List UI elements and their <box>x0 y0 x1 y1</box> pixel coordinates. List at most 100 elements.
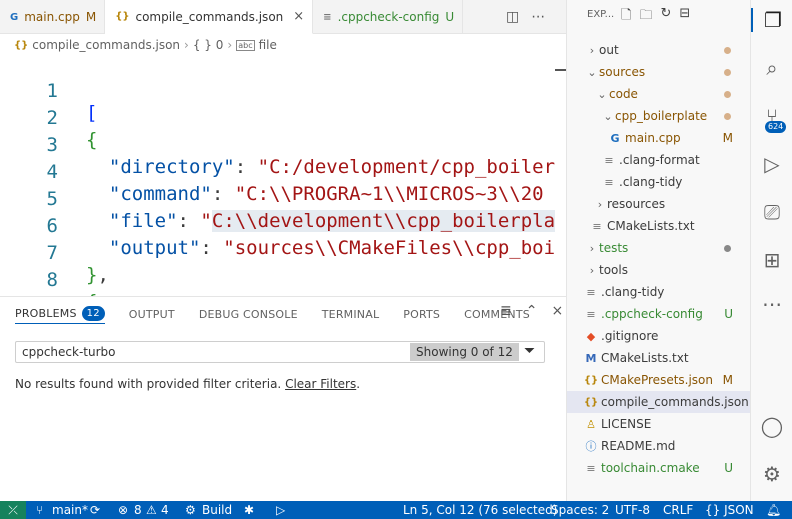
chevron-right-icon: › <box>589 263 595 277</box>
clear-filters-link[interactable]: Clear Filters <box>285 377 356 391</box>
collapse-all-icon[interactable]: ⊟ <box>679 6 690 28</box>
tree-folder-code[interactable]: ⌄ code <box>567 83 751 105</box>
tree-label: tools <box>599 263 628 277</box>
tree-file-license[interactable]: ♙ LICENSE <box>567 413 751 435</box>
cpp-file-icon: G <box>610 131 620 145</box>
tab-main-cpp[interactable]: G main.cpp M <box>0 0 106 34</box>
branch-name[interactable]: main* <box>52 501 88 519</box>
modified-dot <box>724 90 731 98</box>
tab-terminal[interactable]: TERMINAL <box>322 304 380 324</box>
cursor-position[interactable]: Ln 5, Col 12 (76 selected) <box>403 501 557 519</box>
editor-actions: ◫ ⋯ <box>506 0 545 34</box>
explorer-icon[interactable]: ❐ <box>751 8 792 32</box>
chevron-down-icon: ⌄ <box>603 109 613 123</box>
tree-label: tests <box>599 241 629 255</box>
tree-file-compile-commands[interactable]: {} compile_commands.json <box>567 391 751 413</box>
language-mode[interactable]: {} JSON <box>705 501 754 519</box>
tree-folder-tests[interactable]: › tests <box>567 237 751 259</box>
breadcrumb-node[interactable]: file <box>259 38 277 52</box>
untracked-indicator: U <box>445 10 455 24</box>
tree-label: .clang-tidy <box>601 285 665 299</box>
tree-label: CMakeLists.txt <box>607 219 695 233</box>
tab-ports[interactable]: PORTS <box>403 304 440 324</box>
tree-folder-out[interactable]: › out <box>567 39 751 61</box>
line-endings[interactable]: CRLF <box>663 501 693 519</box>
tree-file-toolchain[interactable]: ≡ toolchain.cmake U <box>567 457 751 479</box>
sync-icon[interactable]: ⟳ <box>90 501 100 519</box>
warning-count[interactable]: 4 <box>161 501 169 519</box>
build-button[interactable]: Build <box>202 501 232 519</box>
settings-gear-icon[interactable]: ⚙ <box>751 462 792 486</box>
tab-problems[interactable]: PROBLEMS 12 <box>15 304 105 324</box>
search-icon[interactable]: ⌕ <box>751 56 792 80</box>
tab-label: PROBLEMS <box>15 307 77 320</box>
modified-indicator: M <box>722 373 733 387</box>
tree-file-clang-format[interactable]: ≡ .clang-format <box>567 149 751 171</box>
breadcrumb-node[interactable]: { } 0 <box>193 38 224 52</box>
tree-file-clang-tidy[interactable]: ≡ .clang-tidy <box>567 171 751 193</box>
tab-output[interactable]: OUTPUT <box>129 304 175 324</box>
notifications-icon[interactable]: 🔔︎ <box>766 501 781 519</box>
extensions-icon[interactable]: ⊞ <box>751 248 792 272</box>
more-icon[interactable]: ⋯ <box>751 292 792 316</box>
code-line: 5 "file": "C:\\development\\cpp_boilerpl… <box>0 166 566 232</box>
activity-bar: ❐ ⌕ ⑂ 624 ▷ ⎚ ⊞ ⋯ ◯ ⚙ <box>750 0 792 501</box>
text-file-icon: ≡ <box>604 175 614 189</box>
tree-file-cppcheck-config[interactable]: ≡ .cppcheck-config U <box>567 303 751 325</box>
code-line: 9 "directory": "C:/development/cpp_boile… <box>0 274 566 296</box>
debug-bug-icon[interactable]: ✱ <box>244 501 254 519</box>
json-file-icon: {} <box>583 396 599 408</box>
tree-file-gitignore[interactable]: ◆ .gitignore <box>567 325 751 347</box>
indentation[interactable]: Spaces: 2 <box>551 501 609 519</box>
split-editor-icon[interactable]: ◫ <box>506 9 519 25</box>
run-debug-icon[interactable]: ▷ <box>751 152 792 176</box>
tab-compile-commands[interactable]: {} compile_commands.json × <box>105 0 314 34</box>
run-icon[interactable]: ▷ <box>276 501 285 519</box>
tree-folder-sources[interactable]: ⌄ sources <box>567 61 751 83</box>
code-line: 4 "command": "C:\\PROGRA~1\\MICROS~3\\20 <box>0 139 566 205</box>
editor-tabs: G main.cpp M {} compile_commands.json × … <box>0 0 566 34</box>
tree-file-readme[interactable]: ⓘ README.md <box>567 435 751 457</box>
filter-icon[interactable]: ⏷ <box>524 343 535 359</box>
tree-label: .clang-tidy <box>619 175 683 189</box>
build-gear-icon: ⚙ <box>185 503 196 517</box>
modified-indicator: M <box>722 131 733 145</box>
tree-file-cmakelists-sources[interactable]: ≡ CMakeLists.txt <box>567 215 751 237</box>
account-icon[interactable]: ◯ <box>751 414 792 438</box>
tree-file-main-cpp[interactable]: G main.cpp M <box>567 127 751 149</box>
close-icon[interactable]: × <box>293 9 304 24</box>
close-panel-icon[interactable]: × <box>551 303 563 319</box>
tab-cppcheck-config[interactable]: ≡ .cppcheck-config U <box>313 0 464 34</box>
code-line: 7 }, <box>0 220 566 286</box>
tree-label: LICENSE <box>601 417 652 431</box>
encoding[interactable]: UTF-8 <box>615 501 650 519</box>
tree-file-clang-tidy-root[interactable]: ≡ .clang-tidy <box>567 281 751 303</box>
breadcrumb-separator: › <box>227 38 233 52</box>
new-file-icon[interactable]: 🗋 <box>621 6 631 28</box>
remote-explorer-icon[interactable]: ⎚ <box>751 200 792 224</box>
code-editor[interactable]: 1 [ 2 { 3 "directory": "C:/development/c… <box>0 56 566 296</box>
explorer-title: EXP... <box>587 9 615 20</box>
more-actions-icon[interactable]: ⋯ <box>531 9 545 25</box>
error-icon: ⊗ <box>118 503 129 517</box>
maximize-panel-icon[interactable]: ⌃ <box>526 303 538 319</box>
modified-dot <box>724 112 731 120</box>
no-results-message: No results found with provided filter cr… <box>15 377 360 391</box>
tree-file-cmakepresets[interactable]: {} CMakePresets.json M <box>567 369 751 391</box>
refresh-icon[interactable]: ↻ <box>660 6 671 28</box>
json-file-icon: {} <box>583 374 599 386</box>
tree-folder-tools[interactable]: › tools <box>567 259 751 281</box>
tree-folder-cpp-boilerplate[interactable]: ⌄ cpp_boilerplate <box>567 105 751 127</box>
tab-debug-console[interactable]: DEBUG CONSOLE <box>199 304 298 324</box>
remote-indicator-icon[interactable]: ⤫ <box>0 501 26 519</box>
breadcrumb-file[interactable]: compile_commands.json <box>32 38 180 52</box>
tree-file-cmakelists-root[interactable]: M CMakeLists.txt <box>567 347 751 369</box>
tree-folder-resources[interactable]: › resources <box>567 193 751 215</box>
panel-actions: ≣ ⌃ × <box>500 303 563 319</box>
problems-count-badge: 12 <box>81 306 105 321</box>
period: . <box>356 377 361 391</box>
view-as-list-icon[interactable]: ≣ <box>500 303 512 319</box>
error-count[interactable]: 8 <box>134 501 142 519</box>
code-line: 6 "output": "sources\\CMakeFiles\\cpp_bo… <box>0 193 566 259</box>
new-folder-icon[interactable]: 🗀 <box>639 6 652 28</box>
